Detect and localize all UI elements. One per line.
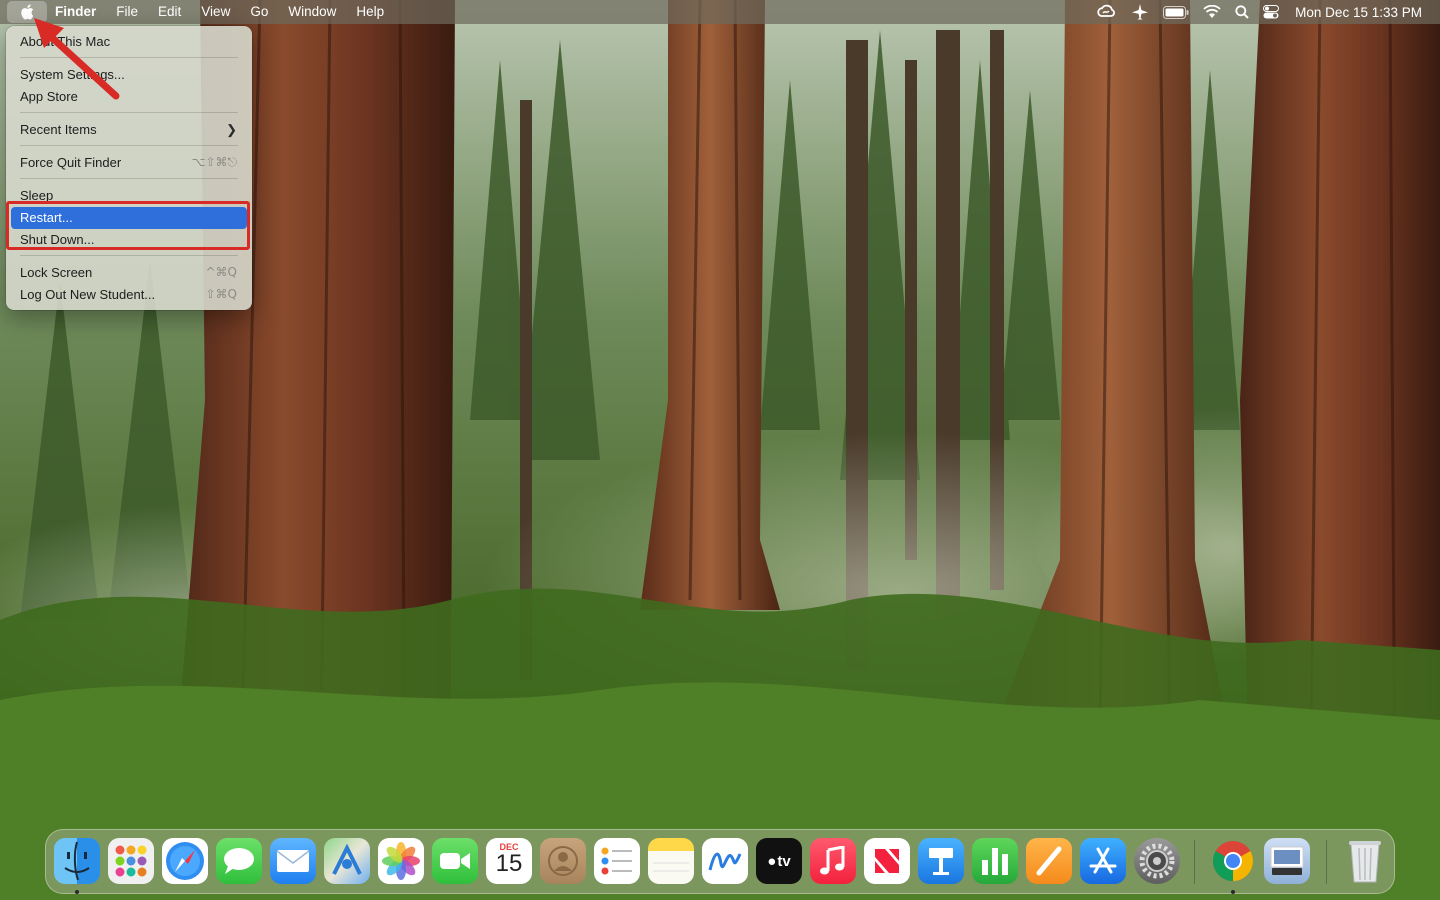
reminders-list-icon (601, 847, 632, 875)
battery-icon[interactable] (1163, 5, 1189, 19)
menu-separator (20, 112, 238, 113)
dock-launchpad[interactable] (108, 838, 154, 884)
annotation-arrow-icon (34, 18, 120, 100)
menu-edit[interactable]: Edit (148, 0, 191, 24)
shortcut-label: ⇧⌘Q (205, 287, 238, 301)
mail-envelope-icon (276, 850, 310, 872)
running-indicator (1231, 890, 1235, 894)
dock-calendar[interactable]: DEC 15 (486, 838, 532, 884)
wifi-icon[interactable] (1203, 5, 1221, 19)
spotlight-search-icon[interactable] (1235, 5, 1249, 19)
dock-mail[interactable] (270, 838, 316, 884)
dock-system-settings[interactable] (1134, 838, 1180, 884)
notes-lines-icon (653, 862, 689, 872)
shortcut-label: ⌥⇧⌘⎋ (191, 155, 237, 169)
dock-divider (1194, 840, 1195, 884)
dock-maps[interactable] (324, 838, 370, 884)
dock-keynote[interactable] (918, 838, 964, 884)
shortcut-label: ^⌘Q (205, 265, 238, 279)
menu-separator (20, 145, 238, 146)
menu-help[interactable]: Help (346, 0, 394, 24)
messages-bubble-icon (224, 848, 254, 874)
maps-arrow-icon (332, 844, 362, 875)
dock-tv[interactable]: ● tv (756, 838, 802, 884)
control-center-icon[interactable] (1263, 5, 1280, 19)
menu-item-lock-screen[interactable]: Lock Screen ^⌘Q (11, 262, 247, 284)
trash-bin-icon (1349, 841, 1381, 883)
dock-news[interactable] (864, 838, 910, 884)
facetime-camera-icon (440, 853, 470, 869)
menu-item-recent-items[interactable]: Recent Items ❯ (11, 119, 247, 141)
dock-app-store[interactable] (1080, 838, 1126, 884)
menu-item-label: Recent Items (20, 122, 97, 137)
dock-freeform[interactable] (702, 838, 748, 884)
finder-face-icon (64, 841, 90, 881)
dock-divider (1326, 840, 1327, 884)
keynote-podium-icon (929, 848, 953, 875)
menu-window[interactable]: Window (278, 0, 346, 24)
menu-separator (20, 255, 238, 256)
chrome-logo-icon (1213, 841, 1253, 881)
dock-messages[interactable] (216, 838, 262, 884)
pages-pen-icon (1036, 846, 1062, 876)
calendar-day-label: 15 (495, 850, 523, 877)
dock-reminders[interactable] (594, 838, 640, 884)
dock-chrome[interactable] (1210, 838, 1256, 884)
numbers-bars-icon (982, 848, 1008, 875)
menu-item-log-out[interactable]: Log Out New Student... ⇧⌘Q (11, 284, 247, 306)
launchpad-grid-icon (115, 845, 147, 877)
menubar-clock[interactable]: Mon Dec 15 1:33 PM (1295, 5, 1422, 20)
contacts-person-icon (548, 846, 578, 876)
dock-pages[interactable] (1026, 838, 1072, 884)
preview-photos-icon (1270, 846, 1304, 875)
dock-contacts[interactable] (540, 838, 586, 884)
menu-item-label: Force Quit Finder (20, 155, 122, 170)
dock-numbers[interactable] (972, 838, 1018, 884)
menu-go[interactable]: Go (240, 0, 278, 24)
dock: DEC 15 ● tv (45, 829, 1395, 894)
settings-gear-icon (1139, 843, 1175, 879)
tv-apple-icon: ● (767, 852, 777, 870)
safari-compass-icon (166, 842, 204, 880)
annotation-highlight-box (6, 201, 250, 250)
creative-cloud-icon[interactable] (1095, 4, 1117, 20)
music-note-icon (820, 846, 845, 875)
dock-facetime[interactable] (432, 838, 478, 884)
dock-safari[interactable] (162, 838, 208, 884)
dock-preview[interactable] (1264, 838, 1310, 884)
chevron-right-icon: ❯ (226, 122, 237, 137)
app-store-a-icon (1089, 847, 1117, 874)
news-n-icon (875, 849, 899, 873)
dock-photos[interactable] (378, 838, 424, 884)
dock-music[interactable] (810, 838, 856, 884)
photos-flower-icon (382, 842, 420, 880)
dock-finder[interactable] (54, 838, 100, 884)
running-indicator (75, 890, 79, 894)
menu-item-force-quit[interactable]: Force Quit Finder ⌥⇧⌘⎋ (11, 152, 247, 174)
menu-view[interactable]: View (191, 0, 240, 24)
menu-item-label: Lock Screen (20, 265, 93, 280)
tv-label: tv (777, 852, 791, 870)
menu-bar: Finder File Edit View Go Window Help Mon… (0, 0, 1440, 24)
menu-item-label: Log Out New Student... (20, 287, 156, 302)
menu-separator (20, 178, 238, 179)
dock-trash[interactable] (1342, 838, 1388, 884)
dock-notes[interactable] (648, 838, 694, 884)
freeform-squiggle-icon (708, 852, 742, 871)
airplane-icon[interactable] (1131, 3, 1149, 21)
